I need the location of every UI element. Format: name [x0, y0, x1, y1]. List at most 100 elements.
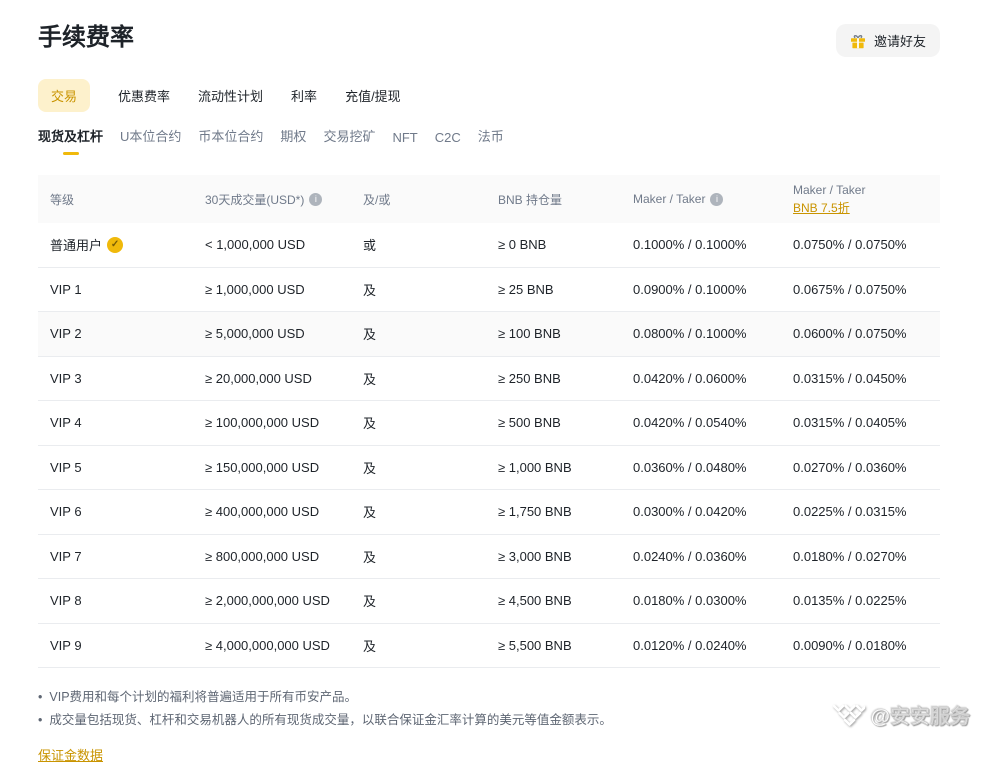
bnb-cell: ≥ 5,500 BNB	[486, 638, 621, 653]
andor-cell: 及	[351, 636, 486, 655]
fee-row: VIP 5 ≥ 150,000,000 USD 及 ≥ 1,000 BNB 0.…	[38, 446, 940, 491]
andor-cell: 及	[351, 324, 486, 343]
bnb-cell: ≥ 1,000 BNB	[486, 460, 621, 475]
maker-taker-cell: 0.0360% / 0.0480%	[621, 460, 781, 475]
bnb-cell: ≥ 0 BNB	[486, 237, 621, 252]
tab-interest-rate[interactable]: 利率	[291, 79, 317, 112]
maker-taker-cell: 0.0240% / 0.0360%	[621, 549, 781, 564]
subtab-fiat[interactable]: 法币	[478, 126, 504, 155]
bnb-discount-link[interactable]: BNB 7.5折	[793, 199, 850, 216]
footnote-text: VIP费用和每个计划的福利将普遍适用于所有币安产品。	[49, 686, 357, 709]
maker-taker-bnb-cell: 0.0315% / 0.0450%	[781, 371, 940, 386]
fee-row: VIP 7 ≥ 800,000,000 USD 及 ≥ 3,000 BNB 0.…	[38, 535, 940, 580]
maker-taker-bnb-cell: 0.0315% / 0.0405%	[781, 415, 940, 430]
andor-cell: 及	[351, 369, 486, 388]
fee-row: VIP 4 ≥ 100,000,000 USD 及 ≥ 500 BNB 0.04…	[38, 401, 940, 446]
subtab-trading-mining[interactable]: 交易挖矿	[323, 126, 375, 155]
volume-cell: ≥ 800,000,000 USD	[193, 549, 351, 564]
fee-row: VIP 6 ≥ 400,000,000 USD 及 ≥ 1,750 BNB 0.…	[38, 490, 940, 535]
check-badge-icon: ✓	[107, 237, 123, 253]
andor-cell: 及	[351, 547, 486, 566]
volume-cell: ≥ 100,000,000 USD	[193, 415, 351, 430]
tab-fee-promo[interactable]: 优惠费率	[118, 79, 170, 112]
volume-cell: ≥ 4,000,000,000 USD	[193, 638, 351, 653]
fee-row: VIP 3 ≥ 20,000,000 USD 及 ≥ 250 BNB 0.042…	[38, 357, 940, 402]
subtab-spot-margin[interactable]: 现货及杠杆	[38, 126, 103, 155]
page-title: 手续费率	[38, 24, 134, 53]
footnote-text: 成交量包括现货、杠杆和交易机器人的所有现货成交量，以联合保证金汇率计算的美元等值…	[49, 709, 612, 732]
level-cell: VIP 1	[38, 282, 193, 297]
level-cell: 普通用户 ✓	[38, 235, 193, 254]
level-cell: VIP 7	[38, 549, 193, 564]
andor-cell: 及	[351, 280, 486, 299]
subtab-nft[interactable]: NFT	[392, 130, 417, 155]
footnote: • VIP费用和每个计划的福利将普遍适用于所有币安产品。	[38, 686, 940, 709]
maker-taker-cell: 0.0420% / 0.0540%	[621, 415, 781, 430]
level-cell: VIP 5	[38, 460, 193, 475]
level-cell: VIP 6	[38, 504, 193, 519]
tab-trade[interactable]: 交易	[38, 79, 90, 112]
maker-taker-cell: 0.0900% / 0.1000%	[621, 282, 781, 297]
level-cell: VIP 8	[38, 593, 193, 608]
maker-taker-bnb-cell: 0.0225% / 0.0315%	[781, 504, 940, 519]
header-level: 等级	[38, 191, 193, 208]
subtab-coinm-futures[interactable]: 币本位合约	[198, 126, 263, 155]
page-header: 手续费率 邀请好友	[38, 0, 940, 57]
volume-cell: ≥ 1,000,000 USD	[193, 282, 351, 297]
maker-taker-cell: 0.0180% / 0.0300%	[621, 593, 781, 608]
subtab-usdm-futures[interactable]: U本位合约	[120, 126, 181, 155]
fee-page: 手续费率 邀请好友 交易 优惠费率 流动性计划 利率 充值/提现 现货及杠杆 U…	[0, 0, 984, 765]
invite-friends-label: 邀请好友	[874, 31, 926, 50]
bullet: •	[38, 686, 42, 709]
andor-cell: 及	[351, 458, 486, 477]
volume-cell: ≥ 20,000,000 USD	[193, 371, 351, 386]
subtab-options[interactable]: 期权	[280, 126, 306, 155]
maker-taker-cell: 0.0420% / 0.0600%	[621, 371, 781, 386]
fee-row: 普通用户 ✓ < 1,000,000 USD 或 ≥ 0 BNB 0.1000%…	[38, 223, 940, 268]
volume-cell: ≥ 150,000,000 USD	[193, 460, 351, 475]
fee-table: 等级 30天成交量(USD*) i 及/或 BNB 持仓量 Maker / Ta…	[38, 175, 940, 668]
bnb-cell: ≥ 100 BNB	[486, 326, 621, 341]
level-cell: VIP 9	[38, 638, 193, 653]
andor-cell: 及	[351, 591, 486, 610]
fee-row: VIP 2 ≥ 5,000,000 USD 及 ≥ 100 BNB 0.0800…	[38, 312, 940, 357]
maker-taker-bnb-cell: 0.0180% / 0.0270%	[781, 549, 940, 564]
tab-liquidity-program[interactable]: 流动性计划	[198, 79, 263, 112]
level-cell: VIP 3	[38, 371, 193, 386]
volume-cell: < 1,000,000 USD	[193, 237, 351, 252]
header-andor: 及/或	[351, 191, 486, 208]
header-maker-taker-bnb: Maker / Taker BNB 7.5折	[781, 183, 940, 216]
fee-row: VIP 1 ≥ 1,000,000 USD 及 ≥ 25 BNB 0.0900%…	[38, 268, 940, 313]
info-icon[interactable]: i	[710, 193, 723, 206]
margin-data-link[interactable]: 保证金数据	[38, 745, 103, 764]
fee-row: VIP 9 ≥ 4,000,000,000 USD 及 ≥ 5,500 BNB …	[38, 624, 940, 669]
table-header-row: 等级 30天成交量(USD*) i 及/或 BNB 持仓量 Maker / Ta…	[38, 175, 940, 223]
footnote: • 成交量包括现货、杠杆和交易机器人的所有现货成交量，以联合保证金汇率计算的美元…	[38, 709, 940, 732]
info-icon[interactable]: i	[309, 193, 322, 206]
header-maker-taker: Maker / Taker i	[621, 192, 781, 206]
volume-cell: ≥ 400,000,000 USD	[193, 504, 351, 519]
maker-taker-bnb-cell: 0.0090% / 0.0180%	[781, 638, 940, 653]
maker-taker-cell: 0.0800% / 0.1000%	[621, 326, 781, 341]
andor-cell: 及	[351, 413, 486, 432]
maker-taker-bnb-cell: 0.0135% / 0.0225%	[781, 593, 940, 608]
maker-taker-cell: 0.0300% / 0.0420%	[621, 504, 781, 519]
andor-cell: 或	[351, 235, 486, 254]
bnb-cell: ≥ 3,000 BNB	[486, 549, 621, 564]
maker-taker-bnb-cell: 0.0600% / 0.0750%	[781, 326, 940, 341]
bnb-cell: ≥ 500 BNB	[486, 415, 621, 430]
fee-row: VIP 8 ≥ 2,000,000,000 USD 及 ≥ 4,500 BNB …	[38, 579, 940, 624]
footnotes: • VIP费用和每个计划的福利将普遍适用于所有币安产品。 • 成交量包括现货、杠…	[38, 686, 940, 732]
tab-deposit-withdraw[interactable]: 充值/提现	[345, 79, 401, 112]
volume-cell: ≥ 2,000,000,000 USD	[193, 593, 351, 608]
bnb-cell: ≥ 250 BNB	[486, 371, 621, 386]
gift-icon	[850, 33, 866, 49]
invite-friends-button[interactable]: 邀请好友	[836, 24, 940, 57]
maker-taker-cell: 0.0120% / 0.0240%	[621, 638, 781, 653]
bnb-cell: ≥ 1,750 BNB	[486, 504, 621, 519]
maker-taker-bnb-cell: 0.0675% / 0.0750%	[781, 282, 940, 297]
bnb-cell: ≥ 25 BNB	[486, 282, 621, 297]
subtab-c2c[interactable]: C2C	[435, 130, 461, 155]
bnb-cell: ≥ 4,500 BNB	[486, 593, 621, 608]
andor-cell: 及	[351, 502, 486, 521]
